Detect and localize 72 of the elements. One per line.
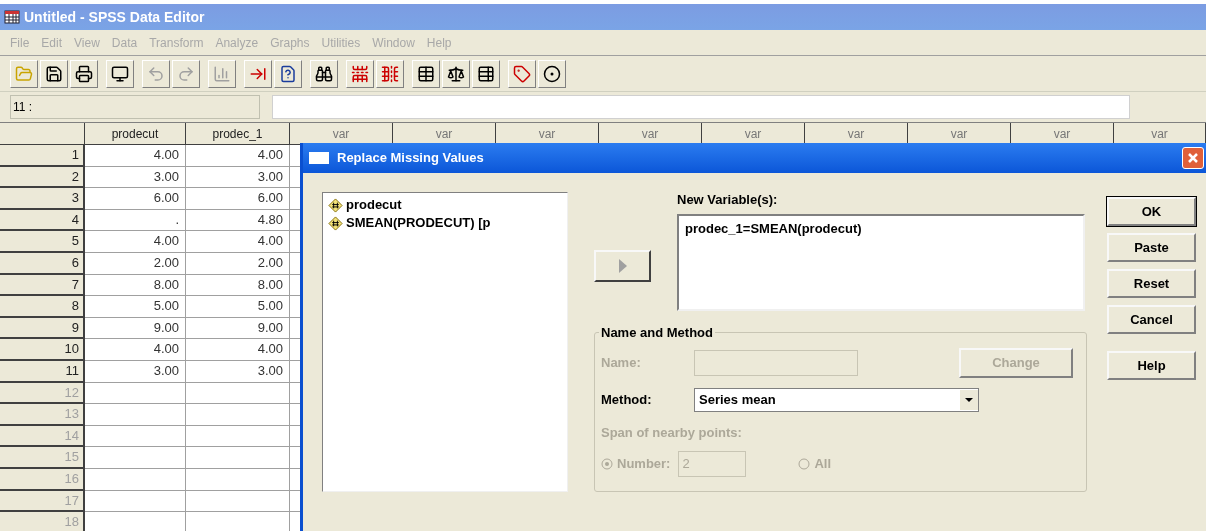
menu-item[interactable]: Analyze xyxy=(209,33,265,52)
radio-option[interactable]: All xyxy=(798,453,832,474)
menu-item[interactable]: Utilities xyxy=(315,33,367,52)
table-cell: 4.00 xyxy=(186,145,290,167)
row-header[interactable]: 13 xyxy=(0,404,85,426)
table-cell: 6.00 xyxy=(85,188,186,210)
menu-item[interactable]: Data xyxy=(105,33,144,52)
row-header[interactable]: 5 xyxy=(0,231,85,253)
row-header[interactable]: 18 xyxy=(0,512,85,531)
column-header[interactable]: prodecut xyxy=(85,123,186,145)
table-cell: 2.00 xyxy=(85,252,186,275)
variable-item[interactable]: SMEAN(PRODECUT) [p xyxy=(328,214,567,232)
row-header[interactable]: 4 xyxy=(0,209,85,232)
window-title: Untitled - SPSS Data Editor xyxy=(24,7,205,27)
row-header[interactable]: 3 xyxy=(0,188,85,210)
row-header[interactable]: 12 xyxy=(0,382,85,405)
method-select[interactable]: Series mean xyxy=(694,388,979,412)
cell-reference: 11 : xyxy=(10,95,260,119)
column-header[interactable]: prodec_1 xyxy=(186,123,290,145)
variable-item[interactable]: prodecut xyxy=(328,196,567,214)
table-cell: 4.00 xyxy=(85,231,186,253)
radio-option[interactable]: Number: xyxy=(601,453,671,474)
row-header[interactable]: 14 xyxy=(0,425,85,448)
menu-item[interactable]: Help xyxy=(420,33,458,52)
dialog-button[interactable]: Help xyxy=(1107,351,1196,380)
table-cell: 6.00 xyxy=(186,188,290,210)
table-cell: 2.00 xyxy=(186,252,290,275)
row-header[interactable]: 16 xyxy=(0,468,85,491)
row-header[interactable]: 8 xyxy=(0,296,85,318)
table-cell: 4.00 xyxy=(85,145,186,167)
dialog-button[interactable]: OK xyxy=(1107,197,1196,226)
number-field[interactable]: 2 xyxy=(678,450,747,477)
row-header[interactable]: 7 xyxy=(0,274,85,297)
row-header[interactable]: 9 xyxy=(0,317,85,340)
menu-item[interactable]: Window xyxy=(366,33,421,52)
dialog-button[interactable]: Paste xyxy=(1107,233,1196,262)
table-cell: 3.00 xyxy=(85,360,186,383)
dialog-button[interactable]: Cancel xyxy=(1107,305,1196,334)
table-cell: . xyxy=(85,209,186,232)
name-label: Name: xyxy=(601,354,642,373)
row-header[interactable]: 11 xyxy=(0,360,85,383)
span-label: Span of nearby points: xyxy=(601,424,743,442)
table-cell: 8.00 xyxy=(186,274,290,297)
table-cell: 4.00 xyxy=(85,339,186,361)
row-header[interactable]: 17 xyxy=(0,490,85,513)
method-label: Method: xyxy=(601,391,653,410)
table-cell: 4.00 xyxy=(186,339,290,361)
table-cell: 3.00 xyxy=(186,166,290,189)
row-header[interactable]: 15 xyxy=(0,447,85,469)
table-cell: 3.00 xyxy=(85,166,186,189)
new-variables-label: New Variable(s): xyxy=(677,191,779,209)
table-cell: 5.00 xyxy=(85,296,186,318)
table-cell: 5.00 xyxy=(186,296,290,318)
table-cell: 8.00 xyxy=(85,274,186,297)
menu-item[interactable]: Edit xyxy=(35,33,69,52)
table-cell: 3.00 xyxy=(186,360,290,383)
row-header[interactable]: 2 xyxy=(0,166,85,189)
menu-item[interactable]: View xyxy=(68,33,106,52)
row-header[interactable]: 6 xyxy=(0,252,85,275)
row-header[interactable]: 10 xyxy=(0,339,85,361)
variable-list[interactable]: prodecut SMEAN(PRODECUT) [p xyxy=(322,192,568,492)
dialog-title: Replace Missing Values xyxy=(337,149,485,168)
menu-item[interactable]: Graphs xyxy=(264,33,316,52)
table-cell: 4.80 xyxy=(186,209,290,232)
table-cell: 9.00 xyxy=(186,317,290,340)
table-cell: 9.00 xyxy=(85,317,186,340)
table-cell: 4.00 xyxy=(186,231,290,253)
row-header[interactable]: 1 xyxy=(0,145,85,167)
menu-item[interactable]: Transform xyxy=(143,33,210,52)
menu-item[interactable]: File xyxy=(4,33,36,52)
new-variables-box[interactable]: prodec_1=SMEAN(prodecut) xyxy=(677,214,1085,311)
dialog-button[interactable]: Reset xyxy=(1107,269,1196,298)
